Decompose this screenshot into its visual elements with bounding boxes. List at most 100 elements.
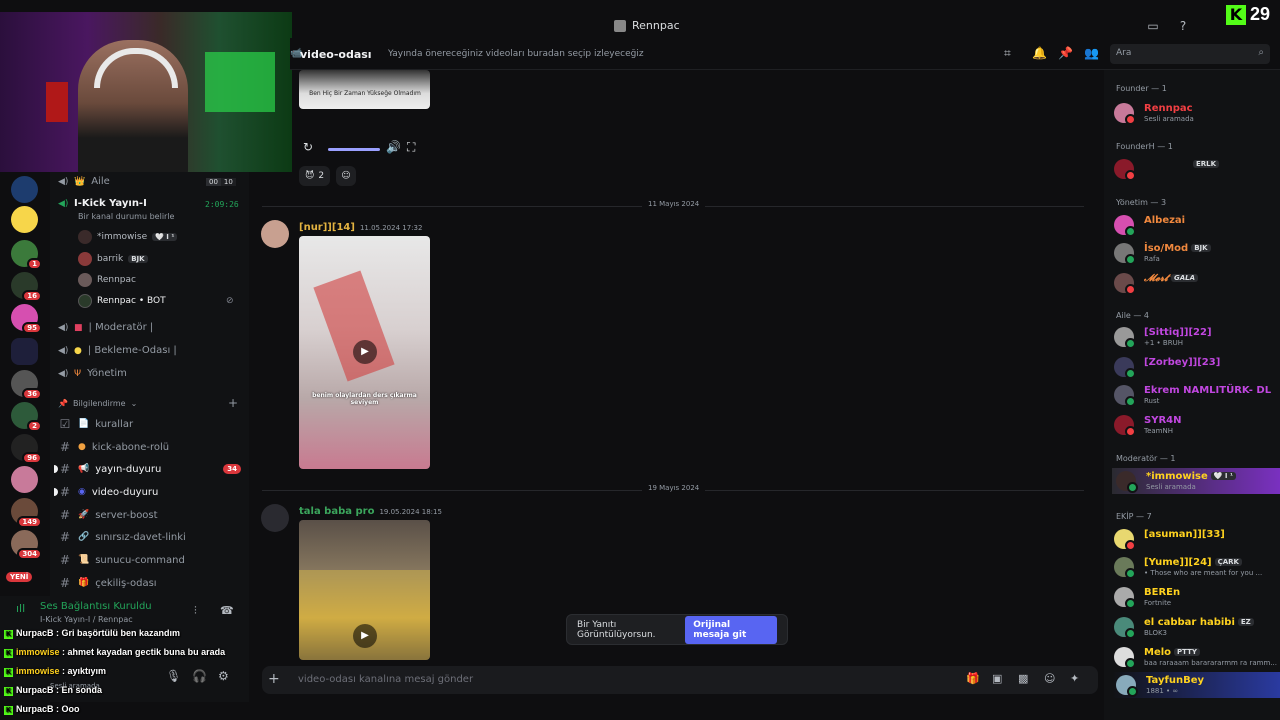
- avatar: [78, 230, 92, 244]
- volume-slider[interactable]: [328, 148, 380, 151]
- voice-participant[interactable]: Rennpac: [78, 273, 136, 287]
- member-item[interactable]: TayfunBey 1881 • ∞: [1112, 672, 1280, 698]
- category-bilgilendirme[interactable]: 📌 Bilgilendirme ⌄: [58, 399, 137, 408]
- member-item[interactable]: BEREn Fortnite: [1114, 584, 1278, 610]
- add-reaction-button[interactable]: ☺: [336, 166, 356, 186]
- voice-participant[interactable]: Rennpac • BOT: [78, 294, 166, 308]
- avatar: [78, 273, 92, 287]
- emoji-picker-icon[interactable]: ☺: [1044, 672, 1055, 685]
- voice-channel-management[interactable]: ◀) Ψ Yönetim: [58, 368, 127, 379]
- voice-channel-waiting[interactable]: ◀) ● | Bekleme-Odası |: [58, 345, 177, 356]
- server-icon[interactable]: 36: [11, 370, 42, 400]
- channel-server-boost[interactable]: # 🚀 server-boost: [58, 508, 158, 522]
- inbox-icon[interactable]: ▭: [1146, 19, 1160, 33]
- channel-status[interactable]: Bir kanal durumu belirle: [78, 212, 174, 221]
- apps-icon[interactable]: ✦: [1070, 672, 1079, 685]
- server-icon[interactable]: 96: [11, 434, 42, 464]
- channel-sunucu-command[interactable]: # 📜 sunucu-command: [58, 553, 185, 567]
- voice-channel-aile[interactable]: ◀) 👑 Aile: [58, 176, 110, 187]
- channel-kurallar[interactable]: ☑ 📄 kurallar: [58, 417, 133, 431]
- gif-icon[interactable]: ▣: [992, 672, 1002, 685]
- sticker-icon[interactable]: ▩: [1018, 672, 1028, 685]
- settings-gear-icon[interactable]: ⚙: [218, 669, 229, 683]
- server-icon[interactable]: 16: [11, 272, 42, 302]
- server-icon[interactable]: 95: [11, 304, 42, 334]
- voice-participant[interactable]: barrik BJK: [78, 252, 148, 266]
- fullscreen-icon[interactable]: ⛶: [407, 140, 415, 155]
- volume-icon[interactable]: 🔊: [386, 140, 401, 154]
- help-icon[interactable]: ?: [1176, 19, 1190, 33]
- member-item[interactable]: İso/Mod BJK Rafa: [1114, 240, 1278, 266]
- add-channel-icon[interactable]: +: [228, 396, 238, 410]
- mic-icon[interactable]: 🎙: [166, 669, 181, 683]
- headphones-icon[interactable]: 🎧: [192, 669, 207, 683]
- speaker-icon: ◀): [58, 198, 69, 209]
- pin-icon[interactable]: 📌: [1058, 46, 1073, 60]
- kick-viewer-badge: K 29: [1226, 4, 1270, 25]
- member-item[interactable]: [Sittiq]][22] +1 • BRUH: [1114, 324, 1278, 350]
- member-item[interactable]: el cabbar habibi EZ BLOK3: [1114, 614, 1278, 640]
- replay-icon[interactable]: ↻: [303, 140, 313, 154]
- video-embed[interactable]: ▶: [299, 520, 430, 660]
- member-item[interactable]: [Zorbey]][23]: [1114, 354, 1278, 380]
- server-icon[interactable]: 1: [11, 240, 42, 270]
- server-icon[interactable]: [11, 176, 38, 203]
- avatar[interactable]: [261, 220, 289, 248]
- role-header: FounderH — 1: [1116, 142, 1173, 151]
- disconnect-icon[interactable]: ☎: [220, 604, 234, 617]
- member-item[interactable]: Albezai: [1114, 212, 1278, 238]
- voice-channel-moderator[interactable]: ◀) ■ | Moderatör |: [58, 322, 153, 333]
- message-input[interactable]: video-odası kanalına mesaj gönder: [298, 674, 473, 685]
- voice-user-count: 00 10: [206, 178, 236, 186]
- search-icon: ⌕: [1258, 47, 1264, 58]
- server-icon[interactable]: 149: [11, 498, 42, 528]
- server-icon[interactable]: [11, 466, 38, 493]
- member-item[interactable]: SYR4N TeamNH: [1114, 412, 1278, 438]
- channel-cekilis-odasi[interactable]: # 🎁 çekiliş-odası: [58, 576, 157, 590]
- voice-status[interactable]: Ses Bağlantısı Kuruldu: [40, 601, 152, 612]
- message-author[interactable]: [nur]][14] 11.05.2024 17:32: [299, 222, 422, 233]
- server-icon[interactable]: 304: [11, 530, 42, 560]
- gift-icon[interactable]: 🎁: [966, 672, 980, 685]
- member-item[interactable]: Ekrem NAMLITÜRK- DL Rust: [1114, 382, 1278, 408]
- server-icon[interactable]: [11, 206, 38, 233]
- member-item[interactable]: Rennpac Sesli aramada: [1114, 100, 1278, 126]
- channel-kick-abone-rolu[interactable]: # ● kick-abone-rolü: [58, 440, 169, 454]
- channel-video-duyuru[interactable]: # ◉ video-duyuru: [54, 485, 158, 499]
- play-icon[interactable]: ▶: [353, 340, 377, 364]
- voice-channel-kick[interactable]: ◀) I-Kick Yayın-I: [58, 198, 147, 209]
- member-item[interactable]: 𝓜𝓮𝓻𝓽 GALA: [1114, 270, 1278, 296]
- member-item[interactable]: [asuman]][33]: [1114, 526, 1278, 552]
- member-item[interactable]: Melo PTTY baa raraaam bararararmm ra ramm.…: [1114, 644, 1278, 670]
- mention-badge: 34: [223, 464, 241, 474]
- video-embed-top[interactable]: Ben Hiç Bir Zaman Yükseğe Olmadım: [299, 70, 430, 109]
- server-icon[interactable]: 2: [11, 402, 42, 432]
- avatar: [1114, 529, 1136, 551]
- threads-icon[interactable]: ⌗: [1004, 46, 1011, 61]
- message-author[interactable]: tala baba pro 19.05.2024 18:15: [299, 506, 442, 517]
- members-icon[interactable]: 👥: [1084, 46, 1099, 60]
- search-input[interactable]: Ara ⌕: [1110, 44, 1270, 64]
- channel-topic[interactable]: Yayında önereceğiniz videoları buradan s…: [388, 49, 644, 59]
- add-attachment-icon[interactable]: +: [268, 671, 280, 687]
- video-embed[interactable]: benim olaylardan ders çıkarma seviyem ▶: [299, 236, 430, 469]
- member-item[interactable]: [Yume]][24] ÇARK • Those who are meant for…: [1114, 554, 1278, 580]
- chevron-down-icon: ⌄: [130, 399, 138, 408]
- new-badge[interactable]: YENİ: [6, 572, 33, 582]
- noise-suppression-icon[interactable]: ⫶: [194, 604, 197, 618]
- member-item[interactable]: ERLK: [1114, 156, 1278, 182]
- reaction[interactable]: 😈 2: [299, 166, 331, 186]
- role-header: Founder — 1: [1116, 84, 1167, 93]
- folder-icon[interactable]: [11, 338, 38, 365]
- channel-yayin-duyuru[interactable]: # 📢 yayın-duyuru: [54, 462, 161, 476]
- play-icon[interactable]: ▶: [353, 624, 377, 648]
- stream-chat-line: K NurpacB : Gri başörtülü ben kazandım: [4, 628, 181, 639]
- member-item[interactable]: *immowise 🤍 I ¹ Sesli aramada: [1112, 468, 1280, 494]
- bell-icon[interactable]: 🔔: [1032, 46, 1047, 60]
- message-composer[interactable]: + video-odası kanalına mesaj gönder 🎁 ▣ …: [262, 666, 1098, 694]
- jump-to-original-button[interactable]: Orijinal mesaja git: [685, 615, 777, 644]
- avatar[interactable]: [261, 504, 289, 532]
- voice-participant[interactable]: *immowise 🤍 I ¹: [78, 230, 178, 244]
- book-icon: ■: [74, 322, 83, 333]
- channel-sinirsiz-davet-linki[interactable]: # 🔗 sınırsız-davet-linki: [58, 530, 186, 544]
